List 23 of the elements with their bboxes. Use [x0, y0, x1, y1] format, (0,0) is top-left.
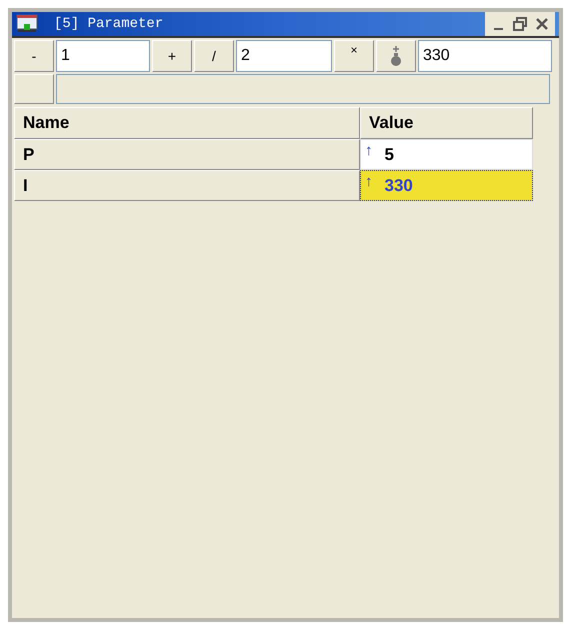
window-icon	[16, 14, 38, 34]
cell-value: 330	[384, 174, 413, 197]
input-field[interactable]: 330	[418, 40, 552, 72]
input-field[interactable]: 2	[236, 40, 332, 72]
icon-button[interactable]	[376, 40, 416, 72]
window-title: [5] Parameter	[54, 14, 164, 34]
row-header	[14, 74, 54, 104]
plus-button[interactable]: +	[152, 40, 192, 72]
minus-button[interactable]: -	[14, 40, 54, 72]
arrow-icon: ↑	[365, 140, 372, 162]
arrow-icon: ↑	[365, 171, 372, 194]
divide-button[interactable]: /	[194, 40, 234, 72]
value-cell[interactable]: ↑ 5	[360, 139, 533, 170]
input-field[interactable]: 1	[56, 40, 150, 72]
cell-value: 5	[384, 144, 394, 166]
restore-button[interactable]	[511, 15, 529, 33]
multiply-button[interactable]: ×	[334, 40, 374, 72]
weight-icon	[390, 46, 402, 66]
value-cell[interactable]: ↑ 330	[360, 170, 533, 201]
table-cell: P	[14, 139, 360, 170]
column-header[interactable]: Value	[360, 107, 533, 139]
column-header[interactable]: Name	[14, 107, 360, 139]
table-cell: I	[14, 170, 360, 201]
